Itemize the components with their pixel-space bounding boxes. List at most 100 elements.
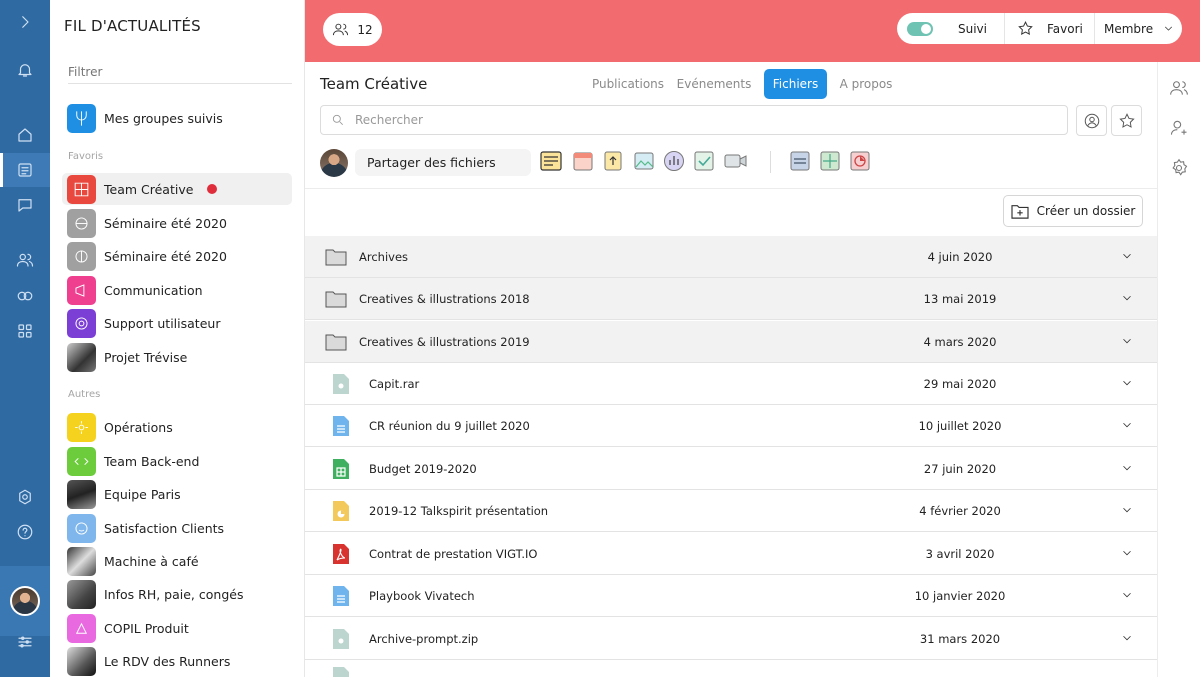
chevron-down-icon[interactable] (1120, 249, 1136, 265)
file-row[interactable]: 2019-12 Talkspirit présentation 4 févrie… (305, 490, 1157, 532)
feed-sidebar: FIL D'ACTUALITÉS Mes groupes suivis Favo… (50, 0, 305, 677)
group-photo (67, 646, 96, 676)
group-item-infos-rh[interactable]: Infos RH, paie, congés (62, 578, 292, 610)
group-item-rdv-runners[interactable]: Le RDV des Runners (62, 645, 292, 677)
app-rail (0, 0, 50, 677)
help-icon[interactable] (0, 515, 50, 549)
search-icon (332, 114, 343, 125)
gear-icon[interactable] (1169, 158, 1191, 180)
group-item-communication[interactable]: Communication (62, 274, 292, 306)
post-type-video-icon[interactable] (723, 150, 749, 172)
pdf-file-icon (330, 543, 352, 565)
widget-list-icon[interactable] (789, 150, 811, 172)
file-row[interactable]: Budget 2019-2020 27 juin 2020 (305, 448, 1157, 490)
folder-icon (325, 331, 347, 353)
file-name: Contrat de prestation VIGT.IO (369, 546, 538, 561)
file-name: Creatives & illustrations 2018 (359, 291, 530, 306)
tab-publications[interactable]: Publications (587, 69, 669, 99)
group-item-team-creative[interactable]: Team Créative (62, 173, 292, 205)
chevron-down-icon[interactable] (1120, 334, 1136, 350)
toggle-switch[interactable] (907, 21, 933, 36)
expand-chevron-icon[interactable] (0, 5, 50, 39)
group-item-seminaire-1[interactable]: Séminaire été 2020 (62, 207, 292, 239)
chevron-down-icon[interactable] (1120, 461, 1136, 477)
file-row[interactable]: Archives 4 juin 2020 (305, 236, 1157, 278)
group-item-machine-a-cafe[interactable]: Machine à café (62, 545, 292, 577)
unread-badge (207, 184, 218, 194)
post-type-task-icon[interactable] (693, 150, 715, 172)
settings-icon[interactable] (0, 480, 50, 514)
widget-chart-icon[interactable] (849, 150, 871, 172)
chevron-down-icon[interactable] (1120, 588, 1136, 604)
groups-icon[interactable] (0, 279, 50, 313)
doc-file-icon (330, 415, 352, 437)
favorites-header: Favoris (68, 151, 104, 162)
group-item-equipe-paris[interactable]: Equipe Paris (62, 478, 292, 510)
group-photo (67, 479, 96, 509)
file-row[interactable]: Creatives & illustrations 2018 13 mai 20… (305, 278, 1157, 320)
followed-groups-link[interactable]: Mes groupes suivis (62, 102, 292, 134)
chevron-down-icon[interactable] (1120, 418, 1136, 434)
chat-icon[interactable] (0, 188, 50, 222)
file-row[interactable]: CR réunion du 9 juillet 2020 10 juillet … (305, 405, 1157, 447)
chevron-down-icon[interactable] (1120, 503, 1136, 519)
folder-icon (325, 246, 347, 268)
news-feed-icon[interactable] (0, 153, 50, 187)
group-item-team-backend[interactable]: Team Back-end (62, 445, 292, 477)
follow-toggle[interactable]: Suivi (897, 13, 1005, 44)
group-item-support[interactable]: Support utilisateur (62, 307, 292, 339)
post-type-image-icon[interactable] (633, 150, 655, 172)
filter-input[interactable] (68, 60, 292, 84)
group-item-satisfaction-clients[interactable]: Satisfaction Clients (62, 512, 292, 544)
tab-a-propos[interactable]: A propos (835, 69, 897, 99)
group-item-copil-produit[interactable]: COPIL Produit (62, 612, 292, 644)
group-icon (67, 241, 96, 271)
file-row[interactable]: Creatives & illustrations 2019 4 mars 20… (305, 321, 1157, 363)
tab-evenements[interactable]: Evénements (674, 69, 754, 99)
search-input[interactable] (355, 113, 1035, 127)
share-files-composer[interactable]: Partager des fichiers (355, 149, 531, 176)
group-item-seminaire-2[interactable]: Séminaire été 2020 (62, 240, 292, 272)
bell-icon[interactable] (0, 53, 50, 87)
file-row[interactable]: Capit.rar 29 mai 2020 (305, 363, 1157, 405)
group-item-operations[interactable]: Opérations (62, 411, 292, 443)
member-label: Membre (1104, 21, 1154, 36)
widget-grid-icon[interactable] (819, 150, 841, 172)
members-icon (333, 23, 349, 36)
post-type-poll-icon[interactable] (663, 150, 685, 172)
file-row[interactable]: Playbook Vivatech 10 janvier 2020 (305, 575, 1157, 617)
favorite-button[interactable]: Favori (1005, 13, 1095, 44)
people-icon[interactable] (0, 243, 50, 277)
chevron-down-icon[interactable] (1120, 291, 1136, 307)
star-icon (1118, 112, 1135, 128)
tab-fichiers[interactable]: Fichiers (764, 69, 827, 99)
filter-favorites-button[interactable] (1111, 105, 1142, 136)
preferences-sliders-icon[interactable] (0, 625, 50, 659)
members-count: 12 (357, 22, 373, 37)
create-folder-button[interactable]: Créer un dossier (1003, 195, 1143, 227)
member-dropdown[interactable]: Membre (1095, 13, 1175, 44)
chevron-down-icon[interactable] (1120, 631, 1136, 647)
post-type-event-icon[interactable] (572, 150, 594, 172)
group-label: Support utilisateur (104, 315, 221, 331)
apps-grid-icon[interactable] (0, 314, 50, 348)
members-icon[interactable] (1169, 78, 1191, 100)
file-date: 10 janvier 2020 (914, 588, 1006, 603)
group-label: Communication (104, 282, 203, 298)
user-avatar[interactable] (10, 586, 40, 616)
post-type-article-icon[interactable] (540, 150, 562, 172)
chevron-down-icon[interactable] (1120, 376, 1136, 392)
home-icon[interactable] (0, 118, 50, 152)
group-label: Machine à café (104, 553, 199, 569)
chevron-down-icon[interactable] (1120, 546, 1136, 562)
group-item-projet-trevise[interactable]: Projet Trévise (62, 341, 292, 373)
post-type-file-icon[interactable] (602, 150, 624, 172)
file-row[interactable]: Contrat de prestation VIGT.IO 3 avril 20… (305, 533, 1157, 575)
filter-user-button[interactable] (1076, 105, 1107, 136)
file-row-partial[interactable] (305, 660, 1157, 677)
chevron-down-icon (1165, 26, 1173, 31)
members-button[interactable]: 12 (323, 13, 382, 46)
file-row[interactable]: Archive-prompt.zip 31 mars 2020 (305, 618, 1157, 660)
doc-file-icon (330, 585, 352, 607)
add-member-icon[interactable] (1169, 118, 1191, 140)
